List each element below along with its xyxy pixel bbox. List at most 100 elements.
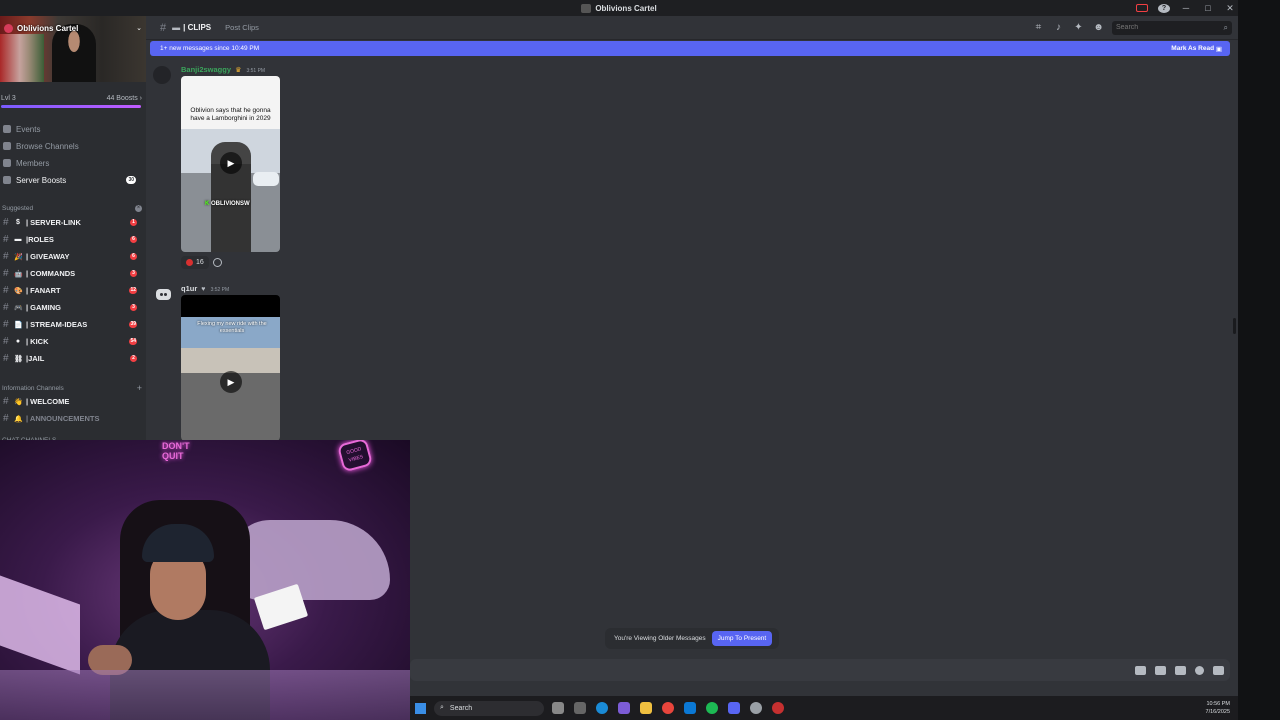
channel-emoji-icon: 🎨: [14, 287, 23, 295]
older-messages-text: You're Viewing Older Messages: [614, 635, 706, 642]
dismiss-icon[interactable]: ×: [135, 204, 142, 212]
add-channel-icon[interactable]: +: [137, 383, 142, 393]
channel-emoji-icon: 🤖: [14, 270, 23, 278]
search-icon: ⌕: [1223, 22, 1228, 32]
channel-label: | COMMANDS: [26, 269, 76, 278]
server-header[interactable]: Oblivions Cartel ⌄: [0, 21, 146, 35]
channel-label: | ANNOUNCEMENTS: [26, 414, 100, 423]
window-title: Oblivions Cartel: [581, 3, 657, 13]
boost-icon: [3, 176, 11, 184]
neon-sign-right: GOOD VIBES: [336, 440, 374, 473]
gif-icon[interactable]: [1155, 665, 1166, 675]
channel-item[interactable]: # 📄 | STREAM-IDEAS 39: [0, 316, 146, 333]
edge-icon[interactable]: [596, 702, 608, 714]
sticker-icon[interactable]: [1175, 665, 1186, 675]
reaction-emoji-icon: [186, 259, 193, 266]
activity-icon[interactable]: [1213, 665, 1224, 675]
video-attachment-2[interactable]: Flexing my new ride with the essentials …: [181, 295, 280, 441]
desktop-edge: [1238, 0, 1280, 720]
scrollbar-thumb[interactable]: [1233, 318, 1236, 334]
channel-emoji-icon: ⛓: [14, 355, 23, 363]
author-name[interactable]: q1ur: [181, 284, 197, 293]
avatar[interactable]: [153, 66, 171, 84]
copilot-icon[interactable]: [618, 702, 630, 714]
hash-icon: #: [160, 21, 167, 34]
boost-count: 44 Boosts: [106, 94, 138, 102]
message-composer[interactable]: [410, 659, 1230, 681]
widget-icon[interactable]: [552, 702, 564, 714]
taskbar: ⌕ Search 10:56 PM 7/16/2025: [410, 696, 1238, 720]
chat-header: # ▬ | CLIPS Post Clips ⌗ ♪ ✦ ☻ ⌕: [146, 16, 1238, 40]
message-author-1[interactable]: Banji2swaggy ♛ 3:51 PM: [181, 65, 265, 74]
channel-item[interactable]: # 🎮 | GAMING 3: [0, 299, 146, 316]
channel-label: | SERVER-LINK: [26, 218, 81, 227]
section-suggested[interactable]: Suggested ×: [2, 202, 142, 214]
channel-item[interactable]: # 👋 | WELCOME: [0, 393, 146, 410]
inbox-icon[interactable]: [1136, 4, 1148, 12]
channel-emoji-icon: ●: [15, 338, 21, 345]
threads-icon[interactable]: ⌗: [1033, 22, 1044, 33]
pin-icon[interactable]: ✦: [1073, 22, 1084, 33]
play-icon[interactable]: ▶: [220, 371, 242, 393]
channel-item[interactable]: # ⛓ |JAIL 2: [0, 350, 146, 367]
minimize-button[interactable]: ─: [1180, 3, 1192, 13]
hash-icon: #: [3, 251, 9, 262]
reaction-pill[interactable]: 16: [181, 256, 209, 269]
author-name[interactable]: Banji2swaggy: [181, 65, 231, 74]
nav-server-boosts[interactable]: Server Boosts 30: [0, 172, 146, 188]
taskbar-search-label: Search: [449, 704, 473, 712]
channel-item[interactable]: # 🔔 | ANNOUNCEMENTS: [0, 410, 146, 427]
nav-events[interactable]: Events: [0, 121, 146, 137]
discord-taskbar-icon[interactable]: [728, 702, 740, 714]
outlook-icon[interactable]: [684, 702, 696, 714]
task-view-icon[interactable]: [574, 702, 586, 714]
taskbar-search[interactable]: ⌕ Search: [434, 700, 544, 716]
message-author-2[interactable]: q1ur ♥ 3:52 PM: [181, 284, 229, 293]
jump-to-present-button[interactable]: Jump To Present: [711, 631, 773, 646]
chevron-down-icon[interactable]: ⌄: [136, 24, 142, 32]
chrome-icon[interactable]: [662, 702, 674, 714]
webcam-blanket: [230, 520, 390, 600]
channel-emoji-icon: 📄: [14, 321, 23, 329]
taskbar-clock[interactable]: 10:56 PM 7/16/2025: [1206, 700, 1230, 716]
new-messages-bar[interactable]: 1+ new messages since 10:49 PM Mark As R…: [150, 41, 1230, 56]
mark-read-icon: ▣: [1214, 45, 1222, 53]
file-explorer-icon[interactable]: [640, 702, 652, 714]
mark-as-read-button[interactable]: Mark As Read: [1171, 45, 1214, 52]
channel-item[interactable]: # $ | SERVER-LINK 1: [0, 214, 146, 231]
settings-icon[interactable]: [750, 702, 762, 714]
boost-progress[interactable]: Lvl 3 44 Boosts ›: [0, 91, 146, 105]
channel-item[interactable]: # 🤖 | COMMANDS 3: [0, 265, 146, 282]
clock-time: 10:56 PM: [1206, 701, 1230, 707]
nav-browse-channels[interactable]: Browse Channels: [0, 138, 146, 154]
video-attachment-1[interactable]: Oblivion says that he gonna have a Lambo…: [181, 76, 280, 252]
heart-icon: ♥: [199, 286, 206, 293]
spotify-icon[interactable]: [706, 702, 718, 714]
webcam-overlay: DON'T QUIT GOOD VIBES: [0, 440, 410, 720]
search-input[interactable]: [1116, 24, 1224, 31]
close-button[interactable]: ✕: [1224, 3, 1236, 14]
channel-label: |ROLES: [26, 235, 54, 244]
boost-badge: 30: [126, 176, 136, 184]
channel-item[interactable]: # 🎨 | FANART 12: [0, 282, 146, 299]
emoji-icon[interactable]: [1195, 665, 1204, 675]
gift-icon[interactable]: [1135, 665, 1146, 675]
crown-icon: ♛: [233, 67, 242, 74]
video-watermark: K OBLIVIONSW: [205, 201, 250, 207]
add-reaction-icon[interactable]: [212, 258, 222, 267]
notification-bell-icon[interactable]: ♪: [1053, 22, 1064, 33]
search-box[interactable]: ⌕: [1112, 20, 1232, 35]
chrome-alt-icon[interactable]: [772, 702, 784, 714]
channel-item[interactable]: # ● | KICK 54: [0, 333, 146, 350]
help-icon[interactable]: ?: [1158, 3, 1170, 13]
member-list-icon[interactable]: ☻: [1093, 22, 1104, 33]
channel-item[interactable]: # 🎉 | GIVEAWAY 6: [0, 248, 146, 265]
mention-badge: 12: [129, 287, 137, 294]
mention-badge: 39: [129, 321, 137, 328]
post-clips-tab[interactable]: Post Clips: [225, 23, 259, 32]
play-icon[interactable]: ▶: [220, 152, 242, 174]
windows-start-icon[interactable]: [415, 702, 426, 714]
channel-item[interactable]: # ▬ |ROLES 6: [0, 231, 146, 248]
nav-members[interactable]: Members: [0, 155, 146, 171]
maximize-button[interactable]: □: [1202, 3, 1214, 13]
